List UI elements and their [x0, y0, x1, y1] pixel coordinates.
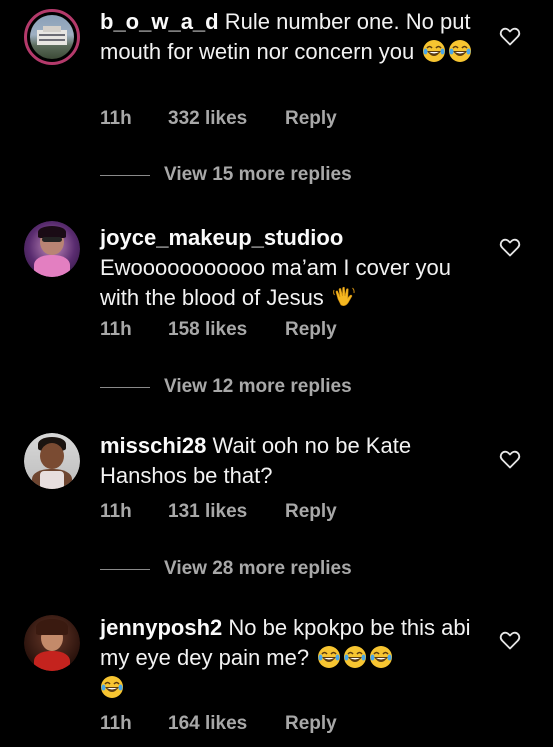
view-replies-button[interactable]: View 28 more replies	[100, 558, 352, 580]
reply-button[interactable]: Reply	[285, 108, 337, 130]
view-replies-label: View 28 more replies	[164, 558, 352, 579]
comment-username[interactable]: jennyposh2	[100, 615, 222, 640]
face-with-tears-of-joy-icon	[317, 645, 341, 669]
reply-button[interactable]: Reply	[285, 501, 337, 523]
comment-meta: 11h 332 likes Reply	[100, 108, 337, 130]
avatar[interactable]	[24, 433, 80, 489]
heart-outline-icon[interactable]	[498, 24, 522, 48]
face-with-tears-of-joy-icon	[369, 645, 393, 669]
heart-outline-icon[interactable]	[498, 628, 522, 652]
face-with-tears-of-joy-icon	[343, 645, 367, 669]
waving-hand-icon	[332, 285, 356, 309]
comment-body: Ewooooooooooo ma’am I cover you with the…	[100, 255, 451, 310]
comment-time: 11h	[100, 319, 132, 340]
comment-meta: 11h 131 likes Reply	[100, 501, 337, 523]
avatar[interactable]	[24, 9, 80, 65]
face-with-tears-of-joy-icon	[100, 675, 124, 699]
comment-text: misschi28 Wait ooh no be Kate Hanshos be…	[100, 431, 485, 491]
reply-button[interactable]: Reply	[285, 319, 337, 341]
comment-text: joyce_makeup_studioo Ewooooooooooo ma’am…	[100, 223, 485, 313]
heart-outline-icon[interactable]	[498, 447, 522, 471]
comment-meta: 11h 158 likes Reply	[100, 319, 337, 341]
view-replies-button[interactable]: View 12 more replies	[100, 376, 352, 398]
comment-username[interactable]: misschi28	[100, 433, 206, 458]
comment-text: jennyposh2 No be kpokpo be this abi my e…	[100, 613, 485, 703]
divider	[100, 174, 150, 176]
heart-outline-icon[interactable]	[498, 235, 522, 259]
comment-meta: 11h 164 likes Reply	[100, 713, 337, 735]
view-replies-button[interactable]: View 15 more replies	[100, 164, 352, 186]
comment-time: 11h	[100, 501, 132, 522]
avatar[interactable]	[24, 615, 80, 671]
comment-text: b_o_w_a_d Rule number one. No put mouth …	[100, 7, 485, 67]
comment-username[interactable]: joyce_makeup_studioo	[100, 225, 343, 250]
view-replies-label: View 12 more replies	[164, 376, 352, 397]
comment-time: 11h	[100, 108, 132, 129]
reply-button[interactable]: Reply	[285, 713, 337, 735]
likes-count[interactable]: 332 likes	[168, 108, 285, 130]
divider	[100, 568, 150, 570]
view-replies-label: View 15 more replies	[164, 164, 352, 185]
avatar[interactable]	[24, 221, 80, 277]
comment-username[interactable]: b_o_w_a_d	[100, 9, 219, 34]
likes-count[interactable]: 158 likes	[168, 319, 285, 341]
divider	[100, 386, 150, 388]
likes-count[interactable]: 164 likes	[168, 713, 285, 735]
likes-count[interactable]: 131 likes	[168, 501, 285, 523]
face-with-tears-of-joy-icon	[448, 39, 472, 63]
comment-time: 11h	[100, 713, 132, 734]
face-with-tears-of-joy-icon	[422, 39, 446, 63]
